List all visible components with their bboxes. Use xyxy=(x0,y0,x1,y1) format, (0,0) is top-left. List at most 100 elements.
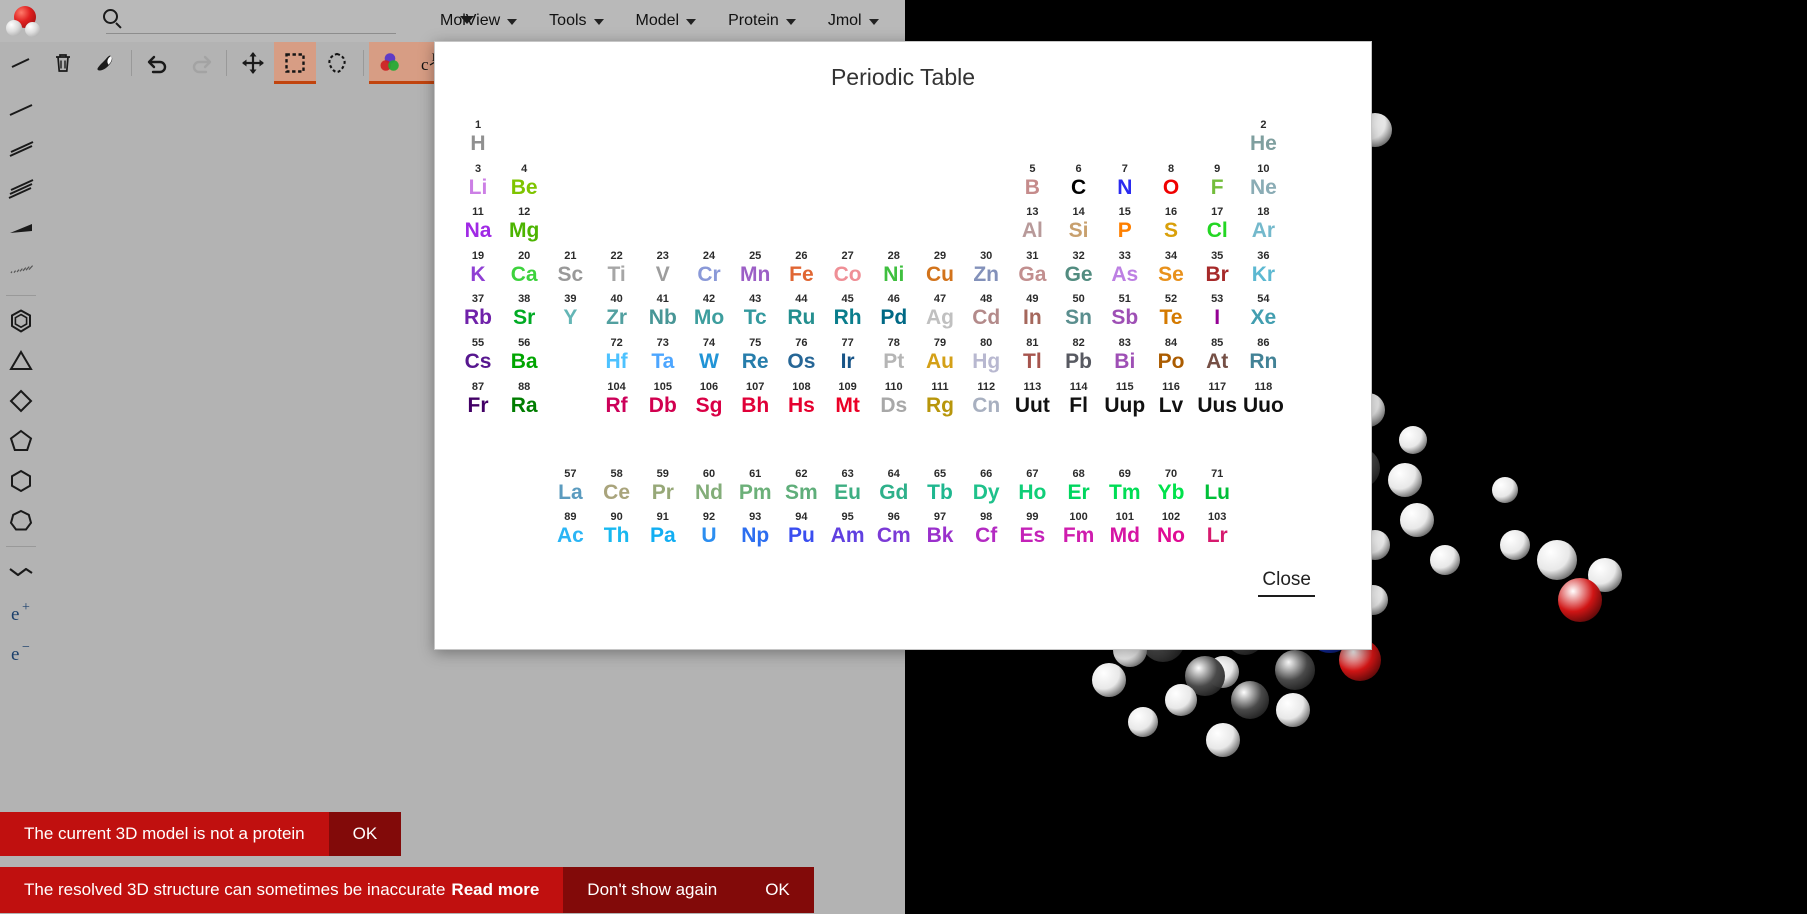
redo-button[interactable] xyxy=(179,42,221,84)
element-pa[interactable]: 91 Pa xyxy=(638,511,688,548)
element-ra[interactable]: 88 Ra xyxy=(499,381,549,418)
element-md[interactable]: 101 Md xyxy=(1100,511,1150,548)
element-cs[interactable]: 55 Cs xyxy=(453,337,503,374)
element-as[interactable]: 33 As xyxy=(1100,250,1150,287)
element-k[interactable]: 19 K xyxy=(453,250,503,287)
element-cd[interactable]: 48 Cd xyxy=(961,293,1011,330)
element-mt[interactable]: 109 Mt xyxy=(823,381,873,418)
wedge-bond-tool[interactable] xyxy=(0,210,42,250)
element-mg[interactable]: 12 Mg xyxy=(499,206,549,243)
element-rb[interactable]: 37 Rb xyxy=(453,293,503,330)
element-se[interactable]: 34 Se xyxy=(1146,250,1196,287)
element-te[interactable]: 52 Te xyxy=(1146,293,1196,330)
element-au[interactable]: 79 Au xyxy=(915,337,965,374)
triple-bond-tool[interactable] xyxy=(0,170,42,210)
element-pr[interactable]: 59 Pr xyxy=(638,468,688,505)
element-v[interactable]: 23 V xyxy=(638,250,688,287)
element-bk[interactable]: 97 Bk xyxy=(915,511,965,548)
single-bond-tool[interactable] xyxy=(0,90,42,130)
menu-jmol[interactable]: Jmol xyxy=(812,0,895,42)
element-ru[interactable]: 44 Ru xyxy=(776,293,826,330)
element-ds[interactable]: 110 Ds xyxy=(869,381,919,418)
menu-protein[interactable]: Protein xyxy=(712,0,812,42)
notification-ok-button[interactable]: OK xyxy=(328,812,402,856)
element-lu[interactable]: 71 Lu xyxy=(1192,468,1242,505)
element-li[interactable]: 3 Li xyxy=(453,163,503,200)
notification-ok-button[interactable]: OK xyxy=(741,867,814,913)
element-rn[interactable]: 86 Rn xyxy=(1238,337,1288,374)
positive-charge-tool[interactable]: e + xyxy=(0,592,42,632)
element-cn[interactable]: 112 Cn xyxy=(961,381,1011,418)
element-po[interactable]: 84 Po xyxy=(1146,337,1196,374)
element-fr[interactable]: 87 Fr xyxy=(453,381,503,418)
element-cu[interactable]: 29 Cu xyxy=(915,250,965,287)
lasso-select-tool[interactable] xyxy=(316,42,358,84)
element-pt[interactable]: 78 Pt xyxy=(869,337,919,374)
element-kr[interactable]: 36 Kr xyxy=(1238,250,1288,287)
element-be[interactable]: 4 Be xyxy=(499,163,549,200)
element-hs[interactable]: 108 Hs xyxy=(776,381,826,418)
element-sb[interactable]: 51 Sb xyxy=(1100,293,1150,330)
element-tb[interactable]: 65 Tb xyxy=(915,468,965,505)
element-cm[interactable]: 96 Cm xyxy=(869,511,919,548)
element-in[interactable]: 49 In xyxy=(1007,293,1057,330)
element-gd[interactable]: 64 Gd xyxy=(869,468,919,505)
menu-molview[interactable]: MolView xyxy=(424,0,533,42)
element-tm[interactable]: 69 Tm xyxy=(1100,468,1150,505)
color-tool[interactable] xyxy=(369,42,411,84)
element-cr[interactable]: 24 Cr xyxy=(684,250,734,287)
element-uuo[interactable]: 118 Uuo xyxy=(1238,381,1288,418)
bond-tool[interactable] xyxy=(0,42,42,84)
element-os[interactable]: 76 Os xyxy=(776,337,826,374)
hash-bond-tool[interactable] xyxy=(0,250,42,290)
element-zn[interactable]: 30 Zn xyxy=(961,250,1011,287)
element-ga[interactable]: 31 Ga xyxy=(1007,250,1057,287)
element-no[interactable]: 102 No xyxy=(1146,511,1196,548)
element-uut[interactable]: 113 Uut xyxy=(1007,381,1057,418)
element-la[interactable]: 57 La xyxy=(545,468,595,505)
element-th[interactable]: 90 Th xyxy=(592,511,642,548)
element-np[interactable]: 93 Np xyxy=(730,511,780,548)
element-ge[interactable]: 32 Ge xyxy=(1054,250,1104,287)
element-s[interactable]: 16 S xyxy=(1146,206,1196,243)
element-at[interactable]: 85 At xyxy=(1192,337,1242,374)
element-am[interactable]: 95 Am xyxy=(823,511,873,548)
water-molecule-logo[interactable] xyxy=(0,0,48,42)
element-tc[interactable]: 43 Tc xyxy=(730,293,780,330)
element-ag[interactable]: 47 Ag xyxy=(915,293,965,330)
pentagon-tool[interactable] xyxy=(0,421,42,461)
chain-tool[interactable] xyxy=(0,552,42,592)
element-al[interactable]: 13 Al xyxy=(1007,206,1057,243)
element-ti[interactable]: 22 Ti xyxy=(592,250,642,287)
element-pb[interactable]: 82 Pb xyxy=(1054,337,1104,374)
benzene-tool[interactable] xyxy=(0,301,42,341)
element-bh[interactable]: 107 Bh xyxy=(730,381,780,418)
double-bond-tool[interactable] xyxy=(0,130,42,170)
element-ar[interactable]: 18 Ar xyxy=(1238,206,1288,243)
element-nd[interactable]: 60 Nd xyxy=(684,468,734,505)
element-pd[interactable]: 46 Pd xyxy=(869,293,919,330)
rect-select-tool[interactable] xyxy=(274,42,316,84)
element-ho[interactable]: 67 Ho xyxy=(1007,468,1057,505)
square-tool[interactable] xyxy=(0,381,42,421)
element-ne[interactable]: 10 Ne xyxy=(1238,163,1288,200)
element-rg[interactable]: 111 Rg xyxy=(915,381,965,418)
element-fl[interactable]: 114 Fl xyxy=(1054,381,1104,418)
element-fe[interactable]: 26 Fe xyxy=(776,250,826,287)
element-w[interactable]: 74 W xyxy=(684,337,734,374)
element-mn[interactable]: 25 Mn xyxy=(730,250,780,287)
move-tool[interactable] xyxy=(232,42,274,84)
element-b[interactable]: 5B xyxy=(1007,163,1057,200)
element-hf[interactable]: 72 Hf xyxy=(592,337,642,374)
element-ce[interactable]: 58 Ce xyxy=(592,468,642,505)
element-n[interactable]: 7N xyxy=(1100,163,1150,200)
element-h[interactable]: 1H xyxy=(453,119,503,156)
element-co[interactable]: 27 Co xyxy=(823,250,873,287)
element-pu[interactable]: 94 Pu xyxy=(776,511,826,548)
element-uup[interactable]: 115 Uup xyxy=(1100,381,1150,418)
element-na[interactable]: 11 Na xyxy=(453,206,503,243)
element-p[interactable]: 15 P xyxy=(1100,206,1150,243)
element-lv[interactable]: 116 Lv xyxy=(1146,381,1196,418)
element-xe[interactable]: 54 Xe xyxy=(1238,293,1288,330)
element-sn[interactable]: 50 Sn xyxy=(1054,293,1104,330)
